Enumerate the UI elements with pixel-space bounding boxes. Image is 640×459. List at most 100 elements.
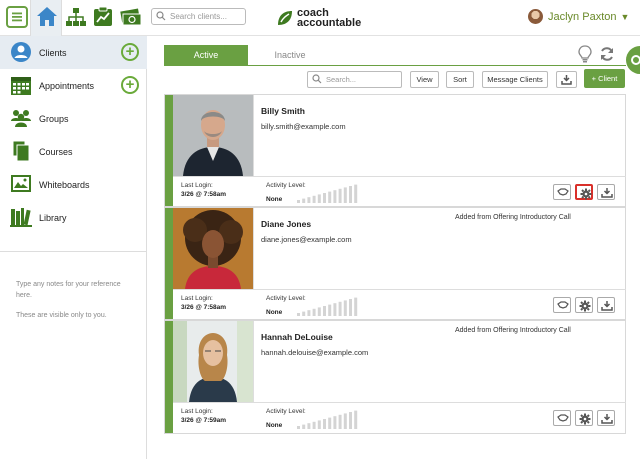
activity-level-bars: [297, 410, 358, 429]
activity-bar: [349, 299, 352, 316]
last-login-value: 3/26 @ 7:59am: [181, 417, 227, 424]
add-client-button[interactable]: + Client: [584, 69, 625, 88]
download-icon: [601, 301, 613, 311]
sidebar-item-label: Appointments: [39, 80, 95, 91]
client-card[interactable]: Diane Jones diane.jones@example.com Adde…: [164, 207, 626, 320]
client-name[interactable]: Diane Jones: [261, 219, 311, 229]
activity-bar: [302, 198, 306, 203]
client-email: billy.smith@example.com: [261, 122, 346, 131]
notes-text-2: These are visible only to you.: [16, 312, 107, 319]
activity-bar: [328, 191, 332, 203]
last-login-label: Last Login:: [181, 182, 213, 189]
last-login-value: 3/26 @ 7:58am: [181, 304, 227, 311]
add-client-plus-icon[interactable]: +: [121, 43, 139, 61]
settings-button[interactable]: [575, 184, 593, 200]
library-icon: [10, 208, 32, 227]
download-button[interactable]: [597, 184, 615, 200]
activity-bar: [317, 194, 321, 203]
sidebar-item-appointments[interactable]: Appointments +: [0, 69, 147, 102]
gear-icon: [631, 55, 640, 65]
activity-bar: [297, 200, 300, 203]
gear-icon: [579, 413, 591, 425]
logo-line2: accountable: [297, 17, 362, 29]
activity-bar: [317, 420, 321, 429]
tab-underline: [164, 65, 626, 66]
org-chart-icon[interactable]: [62, 3, 90, 31]
client-search-placeholder: Search clients...: [170, 12, 227, 21]
user-name: Jaclyn Paxton: [548, 10, 617, 23]
card-accent-bar: [165, 321, 173, 433]
sidebar-item-label: Whiteboards: [39, 179, 90, 190]
notes-text-1: Type any notes for your reference here.: [16, 281, 121, 299]
chat-button[interactable]: [553, 184, 571, 200]
sidebar-item-label: Courses: [39, 146, 73, 157]
activity-bar: [343, 300, 347, 316]
activity-bar: [297, 426, 300, 429]
client-photo[interactable]: [173, 321, 253, 402]
activity-level-bars: [297, 297, 358, 316]
card-accent-bar: [165, 208, 173, 319]
refresh-icon[interactable]: [599, 46, 615, 62]
notes-area[interactable]: Type any notes for your reference here. …: [0, 251, 147, 321]
settings-button[interactable]: [575, 410, 593, 426]
logo[interactable]: coach accountable: [276, 6, 361, 30]
download-button[interactable]: [597, 410, 615, 426]
activity-bar: [338, 414, 342, 429]
client-name[interactable]: Hannah DeLouise: [261, 332, 333, 342]
user-menu[interactable]: Jaclyn Paxton ▼: [528, 9, 629, 24]
search-icon: [156, 11, 166, 21]
home-icon: [37, 7, 57, 26]
home-tab[interactable]: [30, 0, 62, 36]
menu-icon[interactable]: [3, 3, 31, 31]
progress-chart-icon[interactable]: [89, 3, 117, 31]
tab-inactive[interactable]: Inactive: [248, 45, 332, 65]
activity-bar: [307, 197, 311, 203]
view-button[interactable]: View: [410, 71, 439, 88]
activity-level-value: None: [266, 422, 283, 429]
sort-button[interactable]: Sort: [446, 71, 474, 88]
lightbulb-icon[interactable]: [577, 45, 593, 63]
client-name[interactable]: Billy Smith: [261, 106, 305, 116]
activity-bar: [338, 301, 342, 316]
settings-button[interactable]: [575, 297, 593, 313]
client-card[interactable]: Hannah DeLouise hannah.delouise@example.…: [164, 320, 626, 434]
courses-icon: [12, 140, 30, 162]
activity-bar: [333, 303, 337, 316]
search-icon: [312, 74, 322, 84]
download-button[interactable]: [597, 297, 615, 313]
card-accent-bar: [165, 95, 173, 206]
client-card[interactable]: Billy Smith billy.smith@example.com Last…: [164, 94, 626, 207]
activity-bar: [338, 188, 342, 203]
sidebar-item-groups[interactable]: Groups: [0, 102, 147, 135]
whiteboard-icon: [11, 175, 31, 192]
money-icon[interactable]: [117, 3, 145, 31]
activity-bar: [349, 186, 352, 203]
download-button[interactable]: [556, 71, 577, 88]
activity-bar: [307, 310, 311, 316]
last-login-label: Last Login:: [181, 408, 213, 415]
chat-button[interactable]: [553, 410, 571, 426]
sidebar-item-library[interactable]: Library: [0, 201, 147, 234]
chevron-down-icon: ▼: [620, 11, 630, 22]
list-search-input[interactable]: Search...: [307, 71, 402, 88]
activity-bar: [297, 313, 300, 316]
avatar: [528, 9, 543, 24]
message-clients-button[interactable]: Message Clients: [482, 71, 548, 88]
activity-bar: [354, 297, 358, 316]
tab-active[interactable]: Active: [164, 45, 248, 65]
activity-bar: [343, 187, 347, 203]
activity-bar: [312, 195, 316, 203]
sidebar-item-courses[interactable]: Courses: [0, 135, 147, 168]
chat-button[interactable]: [553, 297, 571, 313]
activity-bar: [354, 410, 358, 429]
client-photo[interactable]: [173, 95, 253, 176]
logo-leaf-icon: [278, 11, 292, 25]
help-fab[interactable]: [626, 46, 640, 74]
activity-bar: [307, 423, 311, 429]
groups-icon: [11, 110, 31, 127]
sidebar-item-whiteboards[interactable]: Whiteboards: [0, 168, 147, 201]
sidebar-item-clients[interactable]: Clients +: [0, 36, 147, 69]
client-photo[interactable]: [173, 208, 253, 289]
add-appointment-plus-icon[interactable]: +: [121, 76, 139, 94]
client-search-input[interactable]: Search clients...: [151, 8, 246, 25]
